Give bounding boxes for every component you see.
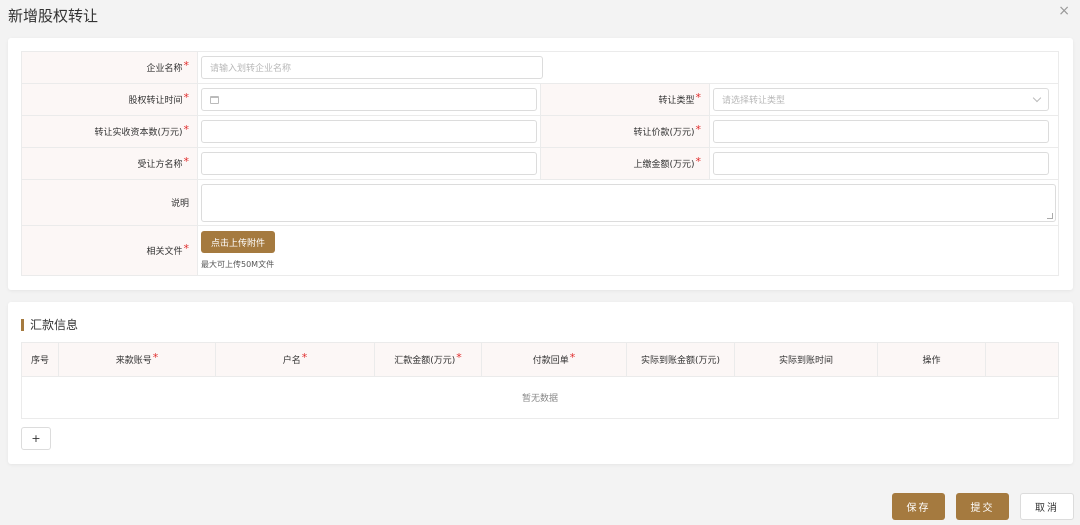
- required-mark: *: [456, 351, 462, 364]
- column-header-text: 来款账号: [115, 356, 152, 366]
- transfer-time-label: 股权转让时间 *: [22, 84, 198, 115]
- company-label: 企业名称 *: [22, 52, 198, 83]
- company-input[interactable]: 请输入划转企业名称: [201, 56, 543, 79]
- upload-button[interactable]: 点击上传附件: [201, 231, 275, 253]
- submit-button[interactable]: 提交: [956, 493, 1009, 520]
- transferee-label-text: 受让方名称: [137, 160, 183, 170]
- column-header: 汇款金额(万元) *: [375, 343, 482, 376]
- calendar-icon: [210, 95, 219, 104]
- files-label: 相关文件 *: [22, 226, 198, 275]
- column-header: 序号: [22, 343, 59, 376]
- required-mark: *: [183, 91, 190, 104]
- column-header-text: 户名: [282, 356, 301, 366]
- transfer-type-label-text: 转让类型: [658, 96, 695, 106]
- transfer-time-picker[interactable]: [201, 88, 537, 111]
- transfer-type-select[interactable]: 请选择转让类型: [713, 88, 1049, 111]
- transferee-input[interactable]: [201, 152, 537, 175]
- column-header: 来款账号 *: [59, 343, 216, 376]
- remittance-panel: 汇款信息 序号 来款账号 * 户名 * 汇款金额(万元) * 付款回单 * 实际到账金额…: [8, 302, 1073, 464]
- section-accent-bar: [21, 318, 24, 331]
- required-mark: *: [183, 123, 190, 136]
- column-header: 实际到账金额(万元): [627, 343, 735, 376]
- required-mark: *: [152, 351, 159, 364]
- required-mark: *: [569, 351, 576, 364]
- chevron-down-icon: [1032, 93, 1042, 103]
- remittance-table: 序号 来款账号 * 户名 * 汇款金额(万元) * 付款回单 * 实际到账金额(万元) …: [21, 342, 1059, 419]
- form-row-files: 相关文件 * 点击上传附件 最大可上传50M文件: [22, 226, 1058, 275]
- upload-hint: 最大可上传50M文件: [201, 260, 275, 269]
- capital-label-text: 转让实收资本数(万元): [94, 128, 183, 138]
- required-mark: *: [301, 351, 308, 364]
- column-header: 户名 *: [216, 343, 375, 376]
- form-row-company: 企业名称 * 请输入划转企业名称: [22, 52, 1058, 84]
- capital-label: 转让实收资本数(万元) *: [22, 116, 198, 147]
- save-button[interactable]: 保存: [892, 493, 945, 520]
- add-row-button[interactable]: +: [21, 427, 51, 450]
- paid-amount-label: 上缴金额(万元) *: [540, 148, 710, 179]
- dialog-header: 新增股权转让 ×: [0, 0, 1080, 30]
- remark-label: 说明: [22, 180, 198, 225]
- cancel-button[interactable]: 取消: [1020, 493, 1074, 520]
- column-header: 付款回单 *: [482, 343, 627, 376]
- section-title: 汇款信息: [21, 316, 78, 333]
- transfer-time-label-text: 股权转让时间: [128, 96, 183, 106]
- form-table: 企业名称* 请输入划转企业名称 股权转让时间* 转让类型* 请选择转让类型: [21, 51, 1059, 276]
- price-label: 转让价款(万元) *: [540, 116, 710, 147]
- form-panel: 企业名称* 请输入划转企业名称 股权转让时间* 转让类型* 请选择转让类型: [8, 38, 1073, 290]
- transfer-type-placeholder: 请选择转让类型: [722, 96, 786, 106]
- files-label-text: 相关文件: [146, 247, 183, 257]
- transferee-label: 受让方名称 *: [22, 148, 198, 179]
- dialog-title: 新增股权转让: [8, 7, 99, 25]
- form-row-capital-price: 转让实收资本数(万元) * 转让价款(万元) *: [22, 116, 1058, 148]
- empty-state: 暂无数据: [22, 376, 1058, 418]
- close-icon[interactable]: ×: [1058, 3, 1070, 19]
- price-input[interactable]: [713, 120, 1049, 143]
- transfer-type-label: 转让类型 *: [540, 84, 710, 115]
- column-header: 操作: [878, 343, 986, 376]
- column-header: 实际到账时间: [735, 343, 878, 376]
- column-header-text: 汇款金额(万元): [394, 356, 456, 366]
- capital-input[interactable]: [201, 120, 537, 143]
- required-mark: *: [183, 242, 190, 255]
- required-mark: *: [695, 91, 702, 104]
- remark-textarea[interactable]: [201, 183, 1056, 222]
- section-title-text: 汇款信息: [30, 318, 79, 332]
- required-mark: *: [695, 155, 702, 168]
- required-mark: *: [183, 59, 190, 72]
- remark-label-text: 说明: [170, 199, 189, 209]
- form-row-time-type: 股权转让时间 * 转让类型 * 请选择转让类型: [22, 84, 1058, 116]
- company-label-text: 企业名称: [146, 64, 183, 74]
- table-header: 序号 来款账号 * 户名 * 汇款金额(万元) * 付款回单 * 实际到账金额(万元) …: [22, 343, 1058, 376]
- resize-handle-icon[interactable]: [1047, 212, 1053, 219]
- required-mark: *: [695, 123, 702, 136]
- column-header-text: 付款回单: [532, 356, 569, 366]
- form-row-remark: 说明: [22, 180, 1058, 226]
- required-mark: *: [183, 155, 190, 168]
- price-label-text: 转让价款(万元): [633, 128, 695, 138]
- paid-amount-label-text: 上缴金额(万元): [633, 160, 695, 170]
- form-row-transferee-paid: 受让方名称 * 上缴金额(万元) *: [22, 148, 1058, 180]
- paid-amount-input[interactable]: [713, 152, 1049, 175]
